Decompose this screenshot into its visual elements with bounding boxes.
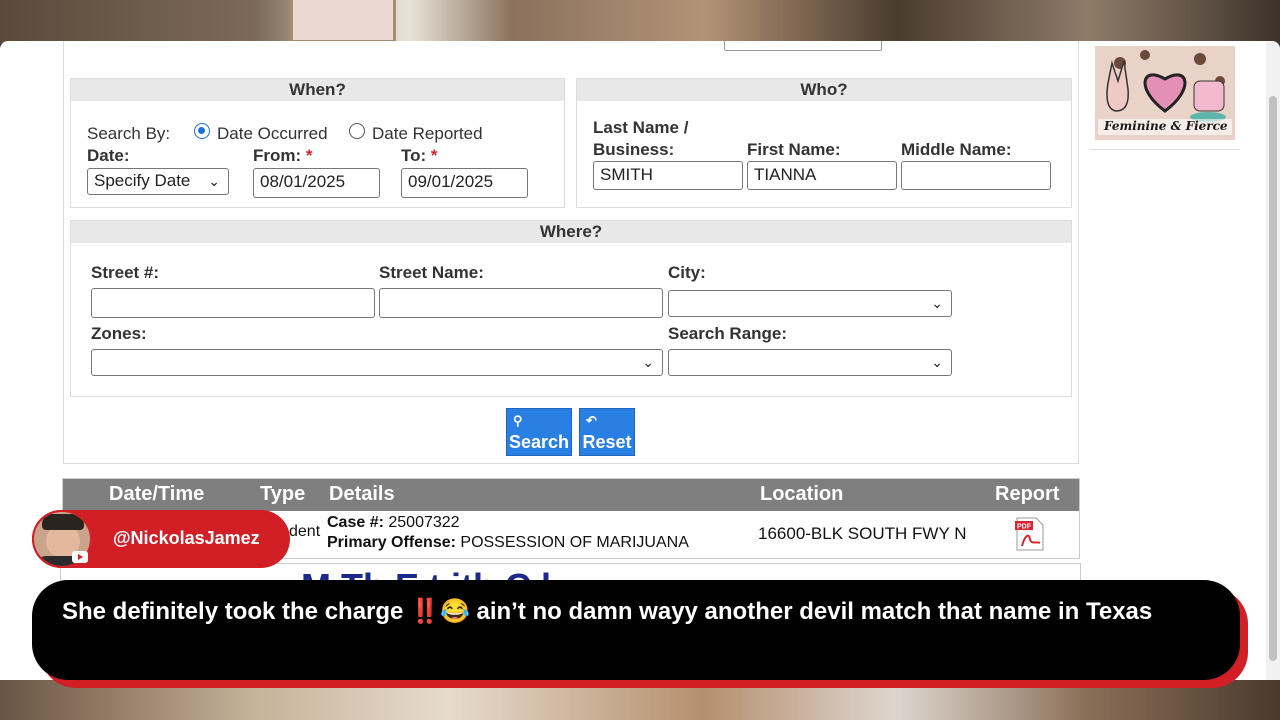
chevron-down-icon: ⌄ <box>642 354 654 370</box>
caption-text: She definitely took the charge ‼️😂 ain’t… <box>62 598 1153 625</box>
undo-arrow-icon: ↶ <box>586 413 597 428</box>
to-label: To: * <box>401 146 438 165</box>
where-panel: Where? Street #: Street Name: City: ⌄ Zo… <box>70 220 1072 397</box>
zones-select[interactable]: ⌄ <box>91 349 663 376</box>
background-scene-top <box>0 0 1280 44</box>
first-name-label: First Name: <box>747 140 841 159</box>
chevron-down-icon: ⌄ <box>931 354 943 370</box>
reset-button[interactable]: ↶ Reset <box>579 408 635 456</box>
type-cell: dent <box>289 523 321 540</box>
city-select[interactable]: ⌄ <box>668 290 952 317</box>
search-by-label: Search By: <box>87 124 171 143</box>
date-reported-radio[interactable] <box>349 123 365 139</box>
svg-text:PDF: PDF <box>1017 524 1032 531</box>
who-heading: Who? <box>577 79 1071 101</box>
street-number-label: Street #: <box>91 263 160 282</box>
chevron-down-icon: ⌄ <box>208 173 220 189</box>
street-name-label: Street Name: <box>379 263 484 282</box>
where-heading: Where? <box>71 221 1071 243</box>
street-name-input[interactable] <box>379 288 663 318</box>
top-cut-input[interactable] <box>724 41 882 51</box>
background-picture-frame <box>290 0 396 43</box>
from-date-input[interactable]: 08/01/2025 <box>253 168 380 198</box>
primary-offense: Primary Offense: POSSESSION OF MARIJUANA <box>327 534 689 551</box>
search-button[interactable]: ⚲ Search <box>506 408 572 456</box>
last-name-label-line1: Last Name / <box>593 118 689 137</box>
date-type-select[interactable]: Specify Date ⌄ <box>87 168 229 195</box>
from-label: From: * <box>253 146 313 165</box>
col-type[interactable]: Type <box>260 483 305 506</box>
caption-box: She definitely took the charge ‼️😂 ain’t… <box>32 580 1240 680</box>
search-range-select[interactable]: ⌄ <box>668 349 952 376</box>
location-cell: 16600-BLK SOUTH FWY N <box>758 524 967 543</box>
search-range-label: Search Range: <box>668 324 788 343</box>
zones-label: Zones: <box>91 324 147 343</box>
when-panel: When? Search By: Date Occurred Date Repo… <box>70 78 565 208</box>
chevron-down-icon: ⌄ <box>931 295 943 311</box>
feminine-fierce-logo: Feminine & Fierce <box>1090 41 1240 150</box>
results-header: Date/Time Type Details Location Report <box>63 479 1079 511</box>
date-occurred-label[interactable]: Date Occurred <box>217 124 328 144</box>
magnifier-icon: ⚲ <box>513 413 523 428</box>
search-form: When? Search By: Date Occurred Date Repo… <box>63 41 1079 464</box>
case-number: Case #: 25007322 <box>327 514 460 531</box>
date-occurred-radio[interactable] <box>194 123 210 139</box>
middle-name-input[interactable] <box>901 161 1051 190</box>
to-date-input[interactable]: 09/01/2025 <box>401 168 528 198</box>
who-panel: Who? Last Name / Business: First Name: M… <box>576 78 1072 208</box>
col-location[interactable]: Location <box>760 483 843 506</box>
date-reported-label[interactable]: Date Reported <box>372 124 483 144</box>
vertical-scrollbar[interactable] <box>1266 41 1280 680</box>
date-label: Date: <box>87 146 130 165</box>
middle-name-label: Middle Name: <box>901 140 1012 159</box>
last-name-label-line2: Business: <box>593 140 675 159</box>
pdf-report-icon[interactable]: PDF <box>1015 517 1045 551</box>
reset-button-label: Reset <box>582 432 632 452</box>
street-number-input[interactable] <box>91 288 375 318</box>
when-heading: When? <box>71 79 564 101</box>
date-type-value: Specify Date <box>94 171 191 190</box>
col-date-time[interactable]: Date/Time <box>109 483 204 506</box>
first-name-input[interactable]: TIANNA <box>747 161 897 190</box>
city-label: City: <box>668 263 706 282</box>
col-report[interactable]: Report <box>995 483 1059 506</box>
last-name-input[interactable]: SMITH <box>593 161 743 190</box>
logo-text: Feminine & Fierce <box>1104 119 1228 133</box>
scrollbar-thumb[interactable] <box>1269 96 1277 661</box>
search-button-label: Search <box>508 432 570 452</box>
channel-handle: @NickolasJamez <box>113 528 260 548</box>
col-details[interactable]: Details <box>329 483 395 506</box>
youtube-icon <box>72 551 88 563</box>
